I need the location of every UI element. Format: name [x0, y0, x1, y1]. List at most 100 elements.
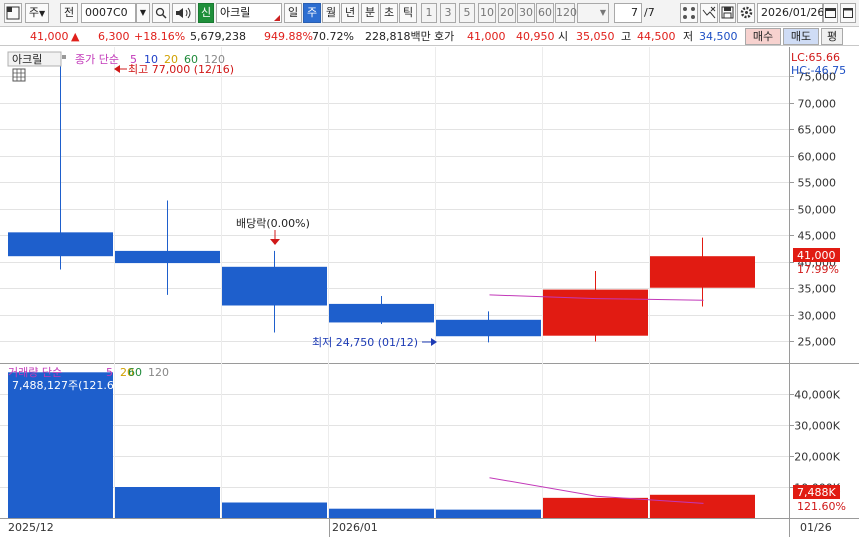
price-legend-type[interactable]: 종가 단순	[75, 53, 119, 66]
open-price: 35,050	[576, 30, 615, 43]
trade-amount: 228,818백만	[365, 30, 431, 43]
min-label: 최저 24,750 (01/12)	[312, 336, 418, 349]
volume-bar	[115, 487, 220, 518]
period-month-button[interactable]: 월	[322, 3, 340, 23]
last-price-label: 41,000	[797, 249, 836, 262]
crosshair-icon[interactable]	[700, 3, 718, 23]
up-arrow-icon: ▲	[71, 30, 80, 43]
chart-area[interactable]: 25,000 30,000 35,000 40,000 45,000 50,000 55,0…	[0, 47, 859, 537]
volume-bar	[222, 502, 327, 518]
candle-body	[115, 250, 220, 264]
ask-price: 41,000	[467, 30, 506, 43]
change-percent: +18.16%	[134, 30, 186, 43]
hoga-label: 호가	[434, 30, 455, 43]
price-tick-label: 65,000	[798, 124, 837, 137]
candle-body	[436, 319, 541, 337]
code-dropdown-button[interactable]: ▼	[136, 3, 150, 23]
search-icon[interactable]	[152, 3, 170, 23]
last-volume-percent: 121.60%	[797, 500, 846, 513]
date-label-2025-12: 2025/12	[8, 521, 54, 534]
evaluate-button[interactable]: 평	[821, 28, 843, 45]
save-icon[interactable]	[719, 3, 736, 23]
turnover-percent: 949.88%	[264, 30, 313, 43]
sell-button[interactable]: 매도	[783, 28, 819, 45]
prev-button[interactable]: 전	[60, 3, 78, 23]
interval-5-button[interactable]: 5	[459, 3, 475, 23]
volume-bar	[650, 494, 755, 518]
legend-marker-icon	[62, 55, 66, 59]
count-total: /7	[644, 6, 655, 19]
maximize-icon[interactable]	[840, 3, 856, 23]
candle-body	[222, 266, 327, 306]
volume-tick-label: 40,000K	[794, 389, 840, 402]
high-price: 44,500	[637, 30, 676, 43]
last-date-label: 01/26	[800, 521, 832, 534]
interval-30-button[interactable]: 30	[517, 3, 535, 23]
interval-custom-select[interactable]: ▼	[577, 3, 609, 23]
period-second-button[interactable]: 초	[380, 3, 398, 23]
interval-20-button[interactable]: 20	[498, 3, 516, 23]
volume-ma-5[interactable]: 5	[106, 366, 113, 379]
volume-tick-label: 30,000K	[794, 420, 840, 433]
volume-ma-60[interactable]: 60	[128, 366, 142, 379]
period-tick-button[interactable]: 틱	[399, 3, 417, 23]
price-tick-label: 45,000	[798, 230, 837, 243]
volume-bar	[8, 372, 113, 518]
period-day-button[interactable]: 일	[284, 3, 302, 23]
interval-120-button[interactable]: 120	[555, 3, 577, 23]
price-tick-label: 70,000	[798, 98, 837, 111]
volume-value: 5,679,238	[190, 30, 246, 43]
calendar-icon[interactable]	[823, 3, 838, 23]
volume-bar	[543, 497, 648, 518]
current-price: 41,000	[30, 30, 69, 43]
date-label-2026-01: 2026/01	[332, 521, 378, 534]
candlestick-chart[interactable]: 25,00030,00035,00040,00045,00050,00055,0…	[0, 47, 859, 537]
price-tick-label: 30,000	[798, 310, 837, 323]
stock-name-field[interactable]: 아크릴	[216, 3, 282, 23]
volume-tick-label: 20,000K	[794, 451, 840, 464]
volume-bar	[436, 509, 541, 518]
name-corner-icon	[274, 15, 280, 21]
last-volume-label: 7,488K	[797, 486, 836, 499]
price-tick-label: 25,000	[798, 336, 837, 349]
stock-code-input[interactable]: 0007C0	[81, 3, 136, 23]
speaker-icon[interactable]	[172, 3, 196, 23]
interval-1-button[interactable]: 1	[421, 3, 437, 23]
last-percent-label: 17.99%	[797, 263, 839, 276]
credit-badge: 신	[198, 3, 214, 23]
lc-value: LC:65.66	[791, 51, 840, 64]
price-tick-label: 60,000	[798, 151, 837, 164]
price-tick-label: 55,000	[798, 177, 837, 190]
window-icon[interactable]	[4, 3, 22, 23]
interval-60-button[interactable]: 60	[536, 3, 554, 23]
open-label: 시	[558, 30, 569, 43]
period-week-button[interactable]: 주	[303, 3, 321, 23]
volume-legend-type[interactable]: 거래량 단순	[8, 366, 62, 379]
volume-ma-120[interactable]: 120	[148, 366, 169, 379]
grid-tool-icon[interactable]	[680, 3, 698, 23]
interval-10-button[interactable]: 10	[478, 3, 496, 23]
date-input[interactable]: 2026/01/26	[757, 3, 824, 23]
hc-value: HC:-46.75	[791, 64, 846, 77]
price-tick-label: 50,000	[798, 204, 837, 217]
interval-3-button[interactable]: 3	[440, 3, 456, 23]
gear-icon[interactable]	[737, 3, 755, 23]
candle-body	[543, 289, 648, 336]
type-select[interactable]: 주▼	[25, 3, 49, 23]
max-label: 최고 77,000 (12/16)	[128, 63, 234, 76]
buy-button[interactable]: 매수	[745, 28, 781, 45]
low-label: 저	[683, 30, 694, 43]
candle-body	[8, 232, 113, 257]
period-minute-button[interactable]: 분	[361, 3, 379, 23]
ratio-percent: 70.72%	[312, 30, 354, 43]
volume-max-label: 7,488,127주(121.60%)	[12, 379, 136, 392]
high-label: 고	[621, 30, 632, 43]
table-toggle-icon[interactable]	[12, 68, 26, 82]
period-year-button[interactable]: 년	[341, 3, 359, 23]
quote-bar: 41,000 ▲ 6,300 +18.16% 5,679,238 949.88%…	[0, 27, 859, 46]
candle-body	[329, 303, 434, 323]
candle-body	[650, 256, 755, 288]
count-input[interactable]: 7	[614, 3, 642, 23]
volume-bar	[329, 508, 434, 518]
dividend-label: 배당락(0.00%)	[236, 217, 310, 230]
